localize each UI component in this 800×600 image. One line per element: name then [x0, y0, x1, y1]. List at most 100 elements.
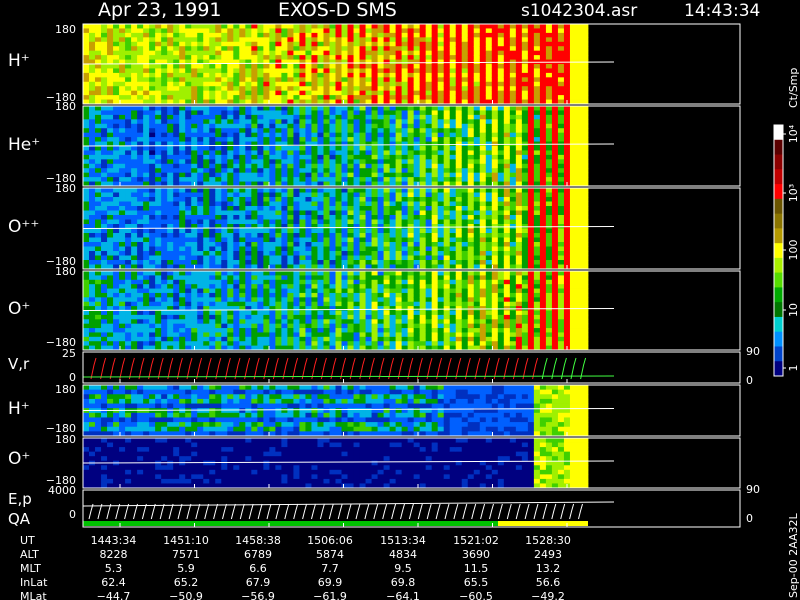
heat-cell: [101, 41, 108, 47]
heat-cell: [227, 215, 234, 220]
heat-cell: [419, 86, 427, 92]
heat-cell: [329, 90, 336, 96]
heat-cell: [389, 37, 397, 43]
heat-cell: [149, 271, 156, 276]
heat-cell: [473, 210, 481, 216]
heat-cell: [137, 242, 144, 247]
heat-cell: [443, 242, 451, 247]
heat-cell: [473, 37, 481, 43]
heat-cell: [323, 128, 330, 134]
heat-cell: [203, 24, 210, 29]
heat-cell: [401, 128, 409, 134]
heat-cell: [377, 172, 384, 178]
heat-cell: [89, 260, 96, 265]
heat-cell: [557, 77, 565, 83]
heat-cell: [179, 288, 186, 294]
heat-cell: [89, 159, 96, 165]
heat-cell: [125, 275, 132, 281]
heat-cell: [119, 341, 126, 347]
heat-cell: [287, 114, 294, 120]
heat-cell: [131, 215, 138, 220]
heat-cell: [227, 301, 234, 307]
heat-cell: [575, 251, 583, 256]
heat-cell: [485, 64, 493, 69]
heat-cell: [521, 260, 529, 265]
heat-cell: [281, 137, 288, 142]
heat-cell: [137, 32, 144, 38]
heat-cell: [203, 177, 210, 182]
heat-cell: [101, 95, 108, 100]
heat-cell: [365, 251, 372, 256]
heat-cell: [473, 59, 481, 65]
heat-cell: [95, 323, 102, 329]
heat-cell: [191, 260, 198, 265]
heat-cell: [227, 260, 234, 265]
heat-cell: [263, 110, 270, 116]
heat-cell: [95, 90, 102, 96]
heat-cell: [215, 150, 222, 156]
heat-cell: [533, 64, 541, 69]
heat-cell: [503, 41, 511, 47]
heat-cell: [203, 255, 210, 261]
heat-cell: [341, 150, 348, 156]
heat-cell: [431, 188, 439, 193]
heat-cell: [491, 106, 499, 111]
heat-cell: [215, 55, 222, 60]
heat-cell: [533, 50, 541, 56]
heat-cell: [503, 90, 511, 96]
heat-cell: [209, 77, 216, 83]
heat-cell: [317, 141, 324, 147]
heat-cell: [419, 114, 427, 120]
heat-cell: [95, 332, 102, 338]
heat-cell: [107, 95, 114, 100]
heat-cell: [575, 260, 583, 265]
heat-cell: [347, 110, 354, 116]
heat-cell: [431, 163, 439, 169]
heat-cell: [239, 172, 246, 178]
heat-cell: [347, 172, 354, 178]
heat-cell: [329, 255, 336, 261]
heat-cell: [269, 50, 276, 56]
heat-cell: [395, 137, 403, 142]
heat-cell: [455, 206, 463, 211]
heat-cell: [461, 32, 469, 38]
heat-cell: [215, 163, 222, 169]
heat-cell: [299, 168, 306, 174]
heat-cell: [317, 201, 324, 207]
heat-cell: [557, 260, 565, 265]
heat-cell: [173, 246, 180, 252]
heat-cell: [395, 150, 403, 156]
heat-cell: [437, 106, 445, 111]
heat-cell: [137, 275, 144, 281]
heat-cell: [215, 128, 222, 134]
heat-cell: [503, 260, 511, 265]
heat-cell: [143, 41, 150, 47]
heat-cell: [485, 119, 493, 125]
heat-cell: [143, 271, 150, 276]
heat-cell: [455, 95, 463, 100]
heat-cell: [329, 24, 336, 29]
heat-cell: [311, 46, 318, 52]
heat-cell: [545, 163, 553, 169]
heat-cell: [329, 119, 336, 125]
heat-cell: [299, 206, 306, 211]
heat-cell: [215, 114, 222, 120]
heat-cell: [569, 68, 577, 74]
heat-cell: [425, 219, 433, 225]
heat-cell: [113, 323, 120, 329]
heat-cell: [371, 110, 378, 116]
heat-cell: [557, 228, 565, 234]
heat-cell: [215, 110, 222, 116]
heat-cell: [437, 41, 445, 47]
heat-cell: [131, 314, 138, 320]
heat-cell: [251, 172, 258, 178]
heat-cell: [455, 106, 463, 111]
heat-cell: [125, 310, 132, 316]
heat-cell: [341, 41, 348, 47]
heat-cell: [191, 123, 198, 129]
heat-cell: [251, 81, 258, 87]
heat-cell: [323, 137, 330, 142]
heat-cell: [449, 159, 457, 165]
heat-cell: [575, 37, 583, 43]
heat-cell: [509, 206, 517, 211]
